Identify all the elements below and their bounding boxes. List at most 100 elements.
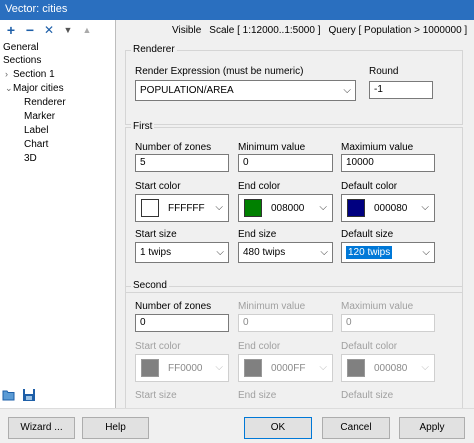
- title-bar: Vector: cities: [0, 0, 474, 20]
- second-min-label: Minimum value: [238, 301, 306, 312]
- first-end-color-picker[interactable]: 008000 ⌵: [238, 194, 333, 222]
- add-icon[interactable]: +: [3, 22, 19, 38]
- tree-item-section-1[interactable]: › Section 1: [5, 68, 55, 81]
- second-zones-label: Number of zones: [135, 301, 212, 312]
- default-size-value: 120 twips: [346, 246, 393, 259]
- ok-button[interactable]: OK: [244, 417, 312, 439]
- color-value: 000080: [374, 363, 408, 374]
- render-expression-combo[interactable]: POPULATION/AREA ⌵: [135, 80, 356, 101]
- end-size-value: 480 twips: [243, 247, 286, 258]
- second-zones-field[interactable]: 0: [135, 314, 229, 332]
- first-start-size-label: Start size: [135, 229, 177, 240]
- first-zones-field[interactable]: 5: [135, 154, 229, 172]
- first-max-field[interactable]: 10000: [341, 154, 435, 172]
- dialog-footer: Wizard ... Help OK Cancel Apply: [0, 408, 474, 443]
- second-max-field[interactable]: 0: [341, 314, 435, 332]
- first-start-color-picker[interactable]: FFFFFF ⌵: [135, 194, 229, 222]
- second-start-size-label: Start size: [135, 390, 177, 401]
- chevron-down-icon: ⌵: [422, 247, 430, 258]
- wizard-button[interactable]: Wizard ...: [8, 417, 75, 439]
- chevron-down-icon: ⌵: [319, 202, 327, 213]
- first-group: First Number of zones 5 Minimum value 0 …: [125, 121, 463, 293]
- first-start-size-combo[interactable]: 1 twips ⌵: [135, 242, 229, 263]
- second-end-color-picker[interactable]: 0000FF ⌵: [238, 354, 333, 382]
- tree-item-marker[interactable]: Marker: [24, 110, 55, 123]
- first-end-size-label: End size: [238, 229, 277, 240]
- first-group-label: First: [131, 121, 155, 132]
- first-end-color-label: End color: [238, 181, 281, 192]
- visible-label: Visible: [172, 25, 202, 36]
- section-tree-pane: + − ✕ ▼ ▲ General Sections › Section 1 ⌄M…: [0, 20, 116, 408]
- first-default-color-picker[interactable]: 000080 ⌵: [341, 194, 435, 222]
- renderer-group-label: Renderer: [131, 44, 177, 55]
- tree-item-3d[interactable]: 3D: [24, 152, 37, 165]
- tree-item-chart[interactable]: Chart: [24, 138, 48, 151]
- first-min-label: Minimum value: [238, 142, 306, 153]
- chevron-down-icon: ⌵: [421, 362, 429, 373]
- render-expression-value: POPULATION/AREA: [140, 85, 234, 96]
- help-button[interactable]: Help: [82, 417, 149, 439]
- start-size-value: 1 twips: [140, 247, 172, 258]
- tree-item-sections[interactable]: Sections: [3, 54, 41, 67]
- tree-item-label[interactable]: Label: [24, 124, 48, 137]
- delete-icon[interactable]: ✕: [41, 22, 57, 38]
- first-end-size-combo[interactable]: 480 twips ⌵: [238, 242, 333, 263]
- second-end-color-label: End color: [238, 341, 281, 352]
- cancel-button[interactable]: Cancel: [322, 417, 390, 439]
- color-value: 008000: [271, 203, 305, 214]
- color-value: FFFFFF: [168, 203, 205, 214]
- move-up-icon[interactable]: ▲: [79, 22, 95, 38]
- query-label: Query [ Population > 1000000 ]: [328, 25, 468, 36]
- renderer-group: Renderer Render Expression (must be nume…: [125, 44, 463, 125]
- chevron-down-icon: ⌵: [216, 247, 224, 258]
- color-swatch: [244, 359, 262, 377]
- render-expression-label: Render Expression (must be numeric): [135, 66, 304, 77]
- first-zones-label: Number of zones: [135, 142, 212, 153]
- window-title: Vector: cities: [5, 3, 68, 15]
- second-group-label: Second: [131, 280, 169, 291]
- color-swatch: [141, 199, 159, 217]
- first-default-size-label: Default size: [341, 229, 394, 240]
- tree-item-label: Section 1: [13, 69, 55, 80]
- chevron-down-icon: ⌵: [320, 247, 328, 258]
- remove-icon[interactable]: −: [22, 22, 38, 38]
- round-label: Round: [369, 66, 399, 77]
- tree-item-general[interactable]: General: [3, 41, 39, 54]
- chevron-down-icon: ⌵: [421, 202, 429, 213]
- expand-arrow-icon[interactable]: ›: [5, 68, 13, 81]
- color-swatch: [347, 199, 365, 217]
- color-value: 0000FF: [271, 363, 306, 374]
- second-end-size-label: End size: [238, 390, 277, 401]
- tree-item-renderer[interactable]: Renderer: [24, 96, 66, 109]
- first-min-field[interactable]: 0: [238, 154, 333, 172]
- color-swatch: [244, 199, 262, 217]
- open-folder-icon[interactable]: [2, 388, 16, 402]
- second-default-color-label: Default color: [341, 341, 398, 352]
- round-field[interactable]: -1: [369, 81, 433, 99]
- layer-info-line: Visible Scale [ 1:12000..1:5000 ] Query [ …: [172, 25, 474, 36]
- chevron-down-icon: ⌵: [343, 85, 351, 96]
- second-default-color-picker[interactable]: 000080 ⌵: [341, 354, 435, 382]
- color-swatch: [347, 359, 365, 377]
- save-icon[interactable]: [22, 388, 36, 402]
- move-down-icon[interactable]: ▼: [60, 22, 76, 38]
- second-start-color-label: Start color: [135, 341, 181, 352]
- second-group: Second Number of zones 0 Minimum value 0…: [125, 280, 463, 416]
- scale-label: Scale [ 1:12000..1:5000 ]: [209, 25, 321, 36]
- second-default-size-label: Default size: [341, 390, 394, 401]
- tree-item-major-cities[interactable]: ⌄Major cities: [5, 82, 64, 95]
- color-swatch: [141, 359, 159, 377]
- properties-pane: Visible Scale [ 1:12000..1:5000 ] Query [ …: [117, 20, 474, 416]
- apply-button[interactable]: Apply: [399, 417, 465, 439]
- collapse-arrow-icon[interactable]: ⌄: [5, 82, 13, 95]
- second-min-field[interactable]: 0: [238, 314, 333, 332]
- color-value: FF0000: [168, 363, 203, 374]
- first-max-label: Maximium value: [341, 142, 414, 153]
- chevron-down-icon: ⌵: [215, 362, 223, 373]
- chevron-down-icon: ⌵: [319, 362, 327, 373]
- first-default-size-combo[interactable]: 120 twips ⌵: [341, 242, 435, 263]
- second-start-color-picker[interactable]: FF0000 ⌵: [135, 354, 229, 382]
- tree-bottom-actions: [2, 388, 42, 404]
- color-value: 000080: [374, 203, 408, 214]
- second-max-label: Maximium value: [341, 301, 414, 312]
